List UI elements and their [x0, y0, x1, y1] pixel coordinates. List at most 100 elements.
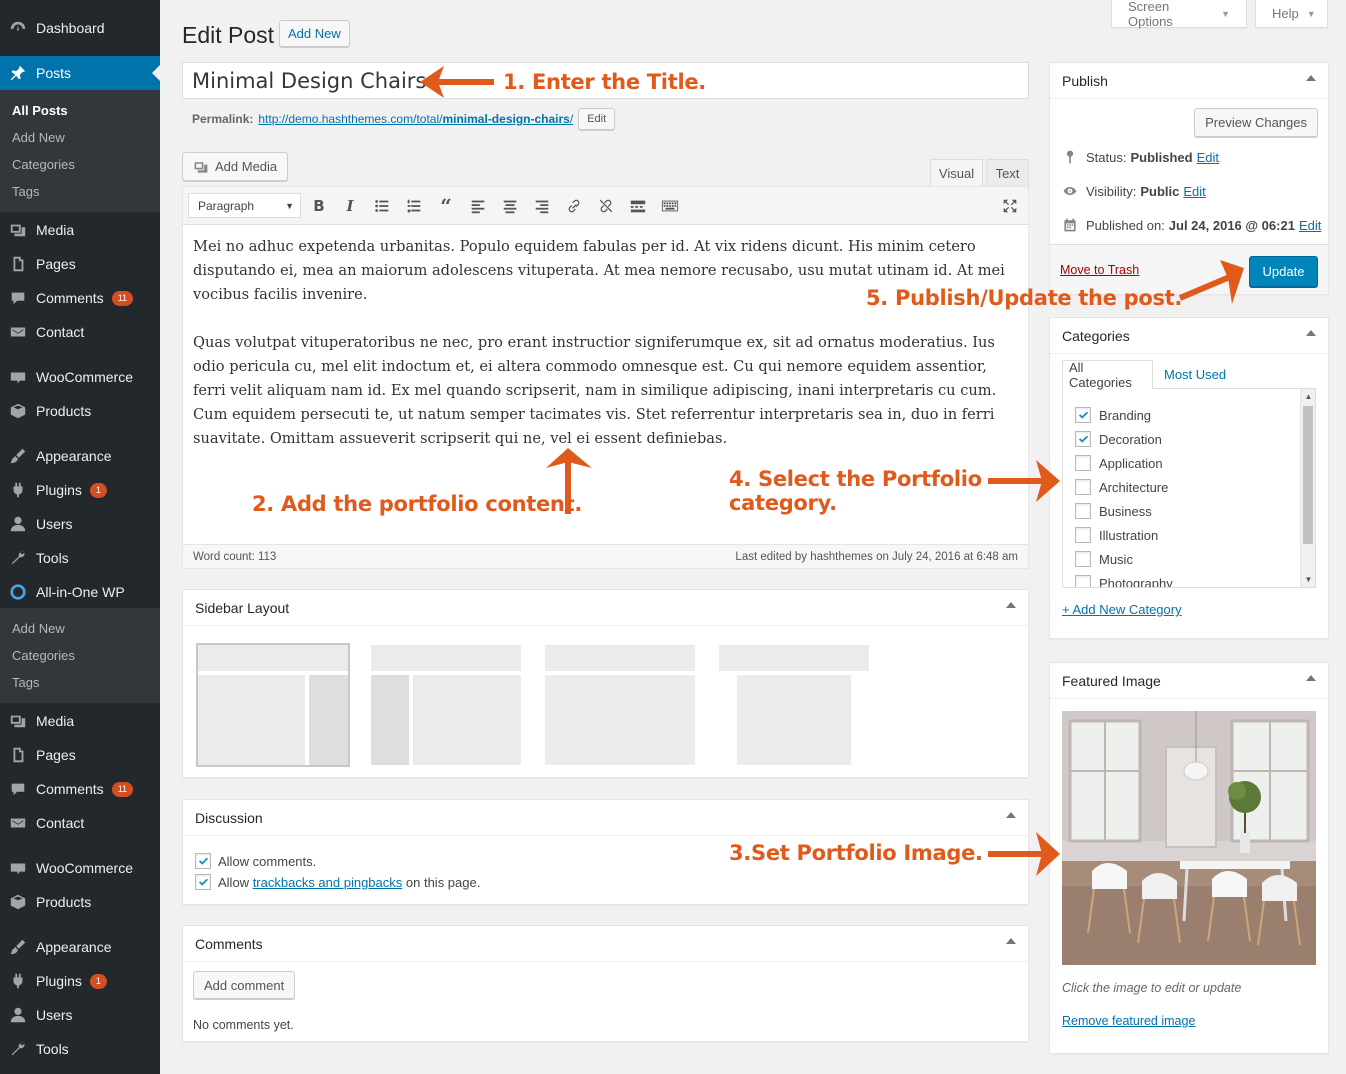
- submenu-item-all-posts[interactable]: All Posts: [0, 97, 160, 124]
- collapse-toggle-icon[interactable]: [1006, 602, 1016, 608]
- edit-slug-button[interactable]: Edit: [578, 108, 616, 130]
- layout-option-full-width[interactable]: [545, 645, 695, 765]
- category-checkbox[interactable]: [1075, 527, 1091, 543]
- sidebar-item-appearance[interactable]: Appearance: [0, 439, 160, 473]
- sidebar-item-users[interactable]: Users: [0, 507, 160, 541]
- sidebar-item-woocommerce[interactable]: WooCommerce: [0, 360, 160, 394]
- category-checkbox[interactable]: [1075, 551, 1091, 567]
- tab-all-categories[interactable]: All Categories: [1062, 360, 1153, 390]
- bold-button[interactable]: B: [307, 195, 331, 217]
- scroll-up-icon[interactable]: ▲: [1301, 389, 1315, 404]
- sidebar-item-contact[interactable]: Contact: [0, 315, 160, 349]
- sidebar-item-plugins[interactable]: Plugins 1: [0, 964, 160, 998]
- numbered-list-button[interactable]: [402, 195, 426, 217]
- category-checkbox[interactable]: [1075, 503, 1091, 519]
- italic-button[interactable]: I: [338, 195, 362, 217]
- sidebar-item-users[interactable]: Users: [0, 998, 160, 1032]
- submenu-item-add-new[interactable]: Add New: [0, 615, 160, 642]
- fullscreen-button[interactable]: [998, 195, 1022, 217]
- help-button[interactable]: Help ▼: [1255, 0, 1328, 28]
- sidebar-item-plugins[interactable]: Plugins 1: [0, 473, 160, 507]
- publish-header[interactable]: Publish: [1050, 63, 1328, 99]
- submenu-item-categories[interactable]: Categories: [0, 642, 160, 669]
- remove-featured-image-link[interactable]: Remove featured image: [1062, 1014, 1195, 1028]
- align-right-button[interactable]: [530, 195, 554, 217]
- edit-status-link[interactable]: Edit: [1197, 150, 1219, 165]
- trackbacks-link[interactable]: trackbacks and pingbacks: [253, 875, 403, 890]
- category-checkbox[interactable]: [1075, 407, 1091, 423]
- sidebar-item-dashboard[interactable]: Dashboard: [0, 11, 160, 45]
- add-new-post-button[interactable]: Add New: [279, 20, 350, 47]
- sidebar-item-appearance[interactable]: Appearance: [0, 930, 160, 964]
- collapse-toggle-icon[interactable]: [1306, 330, 1316, 336]
- category-checkbox[interactable]: [1075, 479, 1091, 495]
- edit-date-link[interactable]: Edit: [1299, 218, 1321, 233]
- sidebar-item-pages[interactable]: Pages: [0, 247, 160, 281]
- scroll-down-icon[interactable]: ▼: [1301, 572, 1315, 587]
- screen-options-button[interactable]: Screen Options ▼: [1111, 0, 1247, 29]
- update-button[interactable]: Update: [1249, 256, 1318, 287]
- sidebar-item-comments[interactable]: Comments 11: [0, 281, 160, 315]
- add-media-button[interactable]: Add Media: [182, 152, 289, 181]
- align-center-button[interactable]: [498, 195, 522, 217]
- collapse-toggle-icon[interactable]: [1306, 675, 1316, 681]
- move-to-trash-link[interactable]: Move to Trash: [1060, 263, 1139, 277]
- comments-header[interactable]: Comments: [183, 926, 1028, 962]
- seo-icon: [0, 583, 36, 601]
- layout-option-left-sidebar[interactable]: [371, 645, 521, 765]
- sidebar-item-comments[interactable]: Comments 11: [0, 772, 160, 806]
- category-checkbox[interactable]: [1075, 431, 1091, 447]
- sidebar-item-pages[interactable]: Pages: [0, 738, 160, 772]
- featured-image[interactable]: [1062, 711, 1316, 965]
- category-scrollbar[interactable]: ▲ ▼: [1300, 389, 1315, 587]
- sidebar-item-products[interactable]: Products: [0, 885, 160, 919]
- preview-changes-button[interactable]: Preview Changes: [1194, 108, 1318, 137]
- sidebar-item-media[interactable]: Media: [0, 213, 160, 247]
- remove-link-button[interactable]: [594, 195, 618, 217]
- scroll-thumb[interactable]: [1303, 406, 1313, 544]
- category-checkbox[interactable]: [1075, 575, 1091, 587]
- sidebar-item-media[interactable]: Media: [0, 704, 160, 738]
- permalink-link[interactable]: http://demo.hashthemes.com/total/minimal…: [258, 112, 573, 126]
- collapse-toggle-icon[interactable]: [1306, 75, 1316, 81]
- align-left-button[interactable]: [466, 195, 490, 217]
- sidebar-item-woocommerce[interactable]: WooCommerce: [0, 851, 160, 885]
- sidebar-item-products[interactable]: Products: [0, 394, 160, 428]
- allow-comments-checkbox[interactable]: [195, 853, 211, 869]
- featured-image-header[interactable]: Featured Image: [1050, 663, 1328, 699]
- category-checkbox[interactable]: [1075, 455, 1091, 471]
- categories-header[interactable]: Categories: [1050, 318, 1328, 354]
- tab-text[interactable]: Text: [986, 159, 1029, 187]
- collapse-toggle-icon[interactable]: [1006, 938, 1016, 944]
- tab-visual[interactable]: Visual: [930, 159, 983, 187]
- submenu-item-tags[interactable]: Tags: [0, 669, 160, 696]
- bullet-list-button[interactable]: [370, 195, 394, 217]
- sidebar-item-tools[interactable]: Tools: [0, 541, 160, 575]
- sidebar-item-tools[interactable]: Tools: [0, 1032, 160, 1066]
- sidebar-item-all-in-one-wp[interactable]: All-in-One WP: [0, 575, 160, 609]
- submenu-item-categories[interactable]: Categories: [0, 151, 160, 178]
- format-select[interactable]: Paragraph ▼: [188, 193, 301, 218]
- submenu-item-tags[interactable]: Tags: [0, 178, 160, 205]
- sidebar-item-posts[interactable]: Posts: [0, 56, 160, 90]
- allow-trackbacks-checkbox[interactable]: [195, 874, 211, 890]
- layout-option-right-sidebar[interactable]: [196, 643, 350, 767]
- sidebar-item-contact[interactable]: Contact: [0, 806, 160, 840]
- discussion-header[interactable]: Discussion: [183, 800, 1028, 836]
- edit-visibility-link[interactable]: Edit: [1183, 184, 1205, 199]
- sidebar-layout-header[interactable]: Sidebar Layout: [183, 590, 1028, 626]
- insert-link-button[interactable]: [562, 195, 586, 217]
- add-comment-button[interactable]: Add comment: [193, 971, 296, 999]
- submenu-item-add-new[interactable]: Add New: [0, 124, 160, 151]
- allow-comments-row: Allow comments.: [195, 853, 316, 869]
- add-new-category-link[interactable]: + Add New Category: [1062, 602, 1182, 617]
- collapse-toggle-icon[interactable]: [1006, 812, 1016, 818]
- read-more-button[interactable]: [626, 195, 650, 217]
- editor-content[interactable]: Mei no adhuc expetenda urbanitas. Populo…: [183, 225, 1028, 451]
- format-select-value: Paragraph: [198, 198, 255, 213]
- layout-option-no-sidebar[interactable]: [719, 645, 869, 765]
- blockquote-button[interactable]: “: [434, 194, 458, 218]
- dashboard-icon: [0, 19, 36, 37]
- toolbar-toggle-button[interactable]: [658, 195, 682, 217]
- tab-most-used[interactable]: Most Used: [1158, 360, 1232, 389]
